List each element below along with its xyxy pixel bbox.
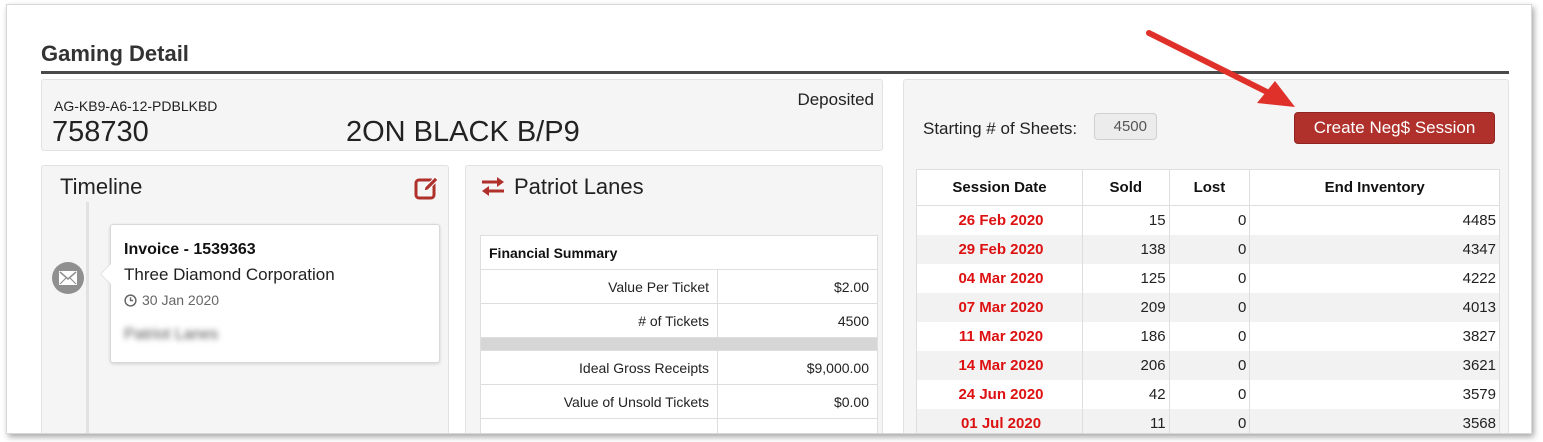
sold-cell: 138 — [1082, 234, 1170, 264]
end-inventory-cell: 3827 — [1249, 321, 1500, 351]
financial-summary-table: Financial Summary Value Per Ticket $2.00… — [480, 235, 878, 433]
timeline-panel: Timeline Invoice - 1539363 Three Diamond… — [41, 165, 449, 433]
session-date[interactable]: 04 Mar 2020 — [916, 263, 1083, 293]
table-row[interactable]: 01 Jul 2020 11 0 3568 — [916, 408, 1500, 433]
timeline-line — [86, 202, 89, 433]
status-label: Deposited — [797, 90, 874, 109]
session-date[interactable]: 01 Jul 2020 — [916, 408, 1083, 433]
location-panel: Patriot Lanes Financial Summary Value Pe… — [465, 165, 883, 433]
lost-cell: 0 — [1168, 234, 1251, 264]
edit-icon[interactable] — [414, 175, 440, 201]
lot-code: AG-KB9-A6-12-PDBLKBD — [54, 98, 218, 114]
invoice-date-text: 30 Jan 2020 — [142, 292, 220, 308]
lost-cell: 0 — [1168, 321, 1251, 351]
table-row[interactable]: 14 Mar 2020 206 0 3621 — [916, 350, 1500, 380]
row-label: Value Per Ticket — [480, 269, 718, 304]
end-inventory-cell: 4347 — [1249, 234, 1500, 264]
timeline-entry-card[interactable]: Invoice - 1539363 Three Diamond Corporat… — [100, 224, 440, 363]
end-inventory-cell: 3621 — [1249, 350, 1500, 380]
sold-cell: 11 — [1082, 408, 1170, 433]
column-header-sold[interactable]: Sold — [1082, 169, 1170, 206]
end-inventory-cell: 3579 — [1249, 379, 1500, 409]
separator-row — [480, 337, 878, 351]
end-inventory-cell: 4013 — [1249, 292, 1500, 322]
table-row: Ideal Gross Receipts $9,000.00 — [480, 350, 878, 385]
row-value: $0.00 — [717, 384, 878, 419]
lot-number: 758730 — [52, 116, 149, 148]
timeline-title: Timeline — [60, 174, 143, 199]
session-date[interactable]: 29 Feb 2020 — [916, 234, 1083, 264]
table-row — [480, 418, 878, 433]
session-date[interactable]: 11 Mar 2020 — [916, 321, 1083, 351]
lot-header-card: AG-KB9-A6-12-PDBLKBD 758730 2ON BLACK B/… — [41, 79, 883, 151]
row-label: Value of Unsold Tickets — [480, 384, 718, 419]
invoice-company: Three Diamond Corporation — [124, 265, 335, 284]
table-row[interactable]: 26 Feb 2020 15 0 4485 — [916, 205, 1500, 235]
column-header-session-date[interactable]: Session Date — [916, 169, 1083, 206]
lost-cell: 0 — [1168, 379, 1251, 409]
clock-icon — [124, 293, 137, 307]
sold-cell: 186 — [1082, 321, 1170, 351]
row-label: Ideal Gross Receipts — [480, 350, 718, 385]
financial-summary-header: Financial Summary — [480, 235, 878, 270]
sessions-panel: Starting # of Sheets: Create Neg$ Sessio… — [903, 79, 1509, 433]
table-row[interactable]: 11 Mar 2020 186 0 3827 — [916, 321, 1500, 351]
lot-name: 2ON BLACK B/P9 — [346, 116, 580, 148]
lost-cell: 0 — [1168, 263, 1251, 293]
invoice-title[interactable]: Invoice - 1539363 — [124, 241, 256, 259]
lost-cell: 0 — [1168, 292, 1251, 322]
blurred-location-text: Patriot Lanes — [124, 326, 219, 343]
lost-cell: 0 — [1168, 408, 1251, 433]
page-title: Gaming Detail — [41, 41, 189, 66]
lost-cell: 0 — [1168, 350, 1251, 380]
lost-cell: 0 — [1168, 205, 1251, 235]
table-row: # of Tickets 4500 — [480, 303, 878, 338]
create-neg-session-button[interactable]: Create Neg$ Session — [1294, 112, 1495, 144]
table-row[interactable]: 04 Mar 2020 125 0 4222 — [916, 263, 1500, 293]
starting-sheets-label: Starting # of Sheets: — [923, 119, 1078, 138]
session-date[interactable]: 26 Feb 2020 — [916, 205, 1083, 235]
table-row: Value of Unsold Tickets $0.00 — [480, 384, 878, 419]
envelope-icon — [52, 262, 84, 294]
table-row[interactable]: 29 Feb 2020 138 0 4347 — [916, 234, 1500, 264]
end-inventory-cell: 4222 — [1249, 263, 1500, 293]
row-value: $9,000.00 — [717, 350, 878, 385]
session-date[interactable]: 24 Jun 2020 — [916, 379, 1083, 409]
column-header-lost[interactable]: Lost — [1168, 169, 1251, 206]
location-name: Patriot Lanes — [514, 174, 644, 199]
row-label: # of Tickets — [480, 303, 718, 338]
row-value: 4500 — [717, 303, 878, 338]
screenshot-frame: Gaming Detail AG-KB9-A6-12-PDBLKBD 75873… — [6, 4, 1532, 434]
sold-cell: 209 — [1082, 292, 1170, 322]
row-value: $2.00 — [717, 269, 878, 304]
table-row: Value Per Ticket $2.00 — [480, 269, 878, 304]
sold-cell: 206 — [1082, 350, 1170, 380]
table-row[interactable]: 24 Jun 2020 42 0 3579 — [916, 379, 1500, 409]
session-date[interactable]: 14 Mar 2020 — [916, 350, 1083, 380]
invoice-date: 30 Jan 2020 — [124, 292, 219, 308]
column-header-end-inventory[interactable]: End Inventory — [1249, 169, 1500, 206]
swap-arrows-icon — [480, 175, 506, 197]
session-date[interactable]: 07 Mar 2020 — [916, 292, 1083, 322]
sold-cell: 42 — [1082, 379, 1170, 409]
sold-cell: 15 — [1082, 205, 1170, 235]
end-inventory-cell: 3568 — [1249, 408, 1500, 433]
starting-sheets-input[interactable] — [1094, 113, 1157, 140]
sold-cell: 125 — [1082, 263, 1170, 293]
title-divider — [41, 71, 1509, 74]
sessions-table: Session Date Sold Lost End Inventory 26 … — [916, 169, 1500, 433]
table-row[interactable]: 07 Mar 2020 209 0 4013 — [916, 292, 1500, 322]
end-inventory-cell: 4485 — [1249, 205, 1500, 235]
